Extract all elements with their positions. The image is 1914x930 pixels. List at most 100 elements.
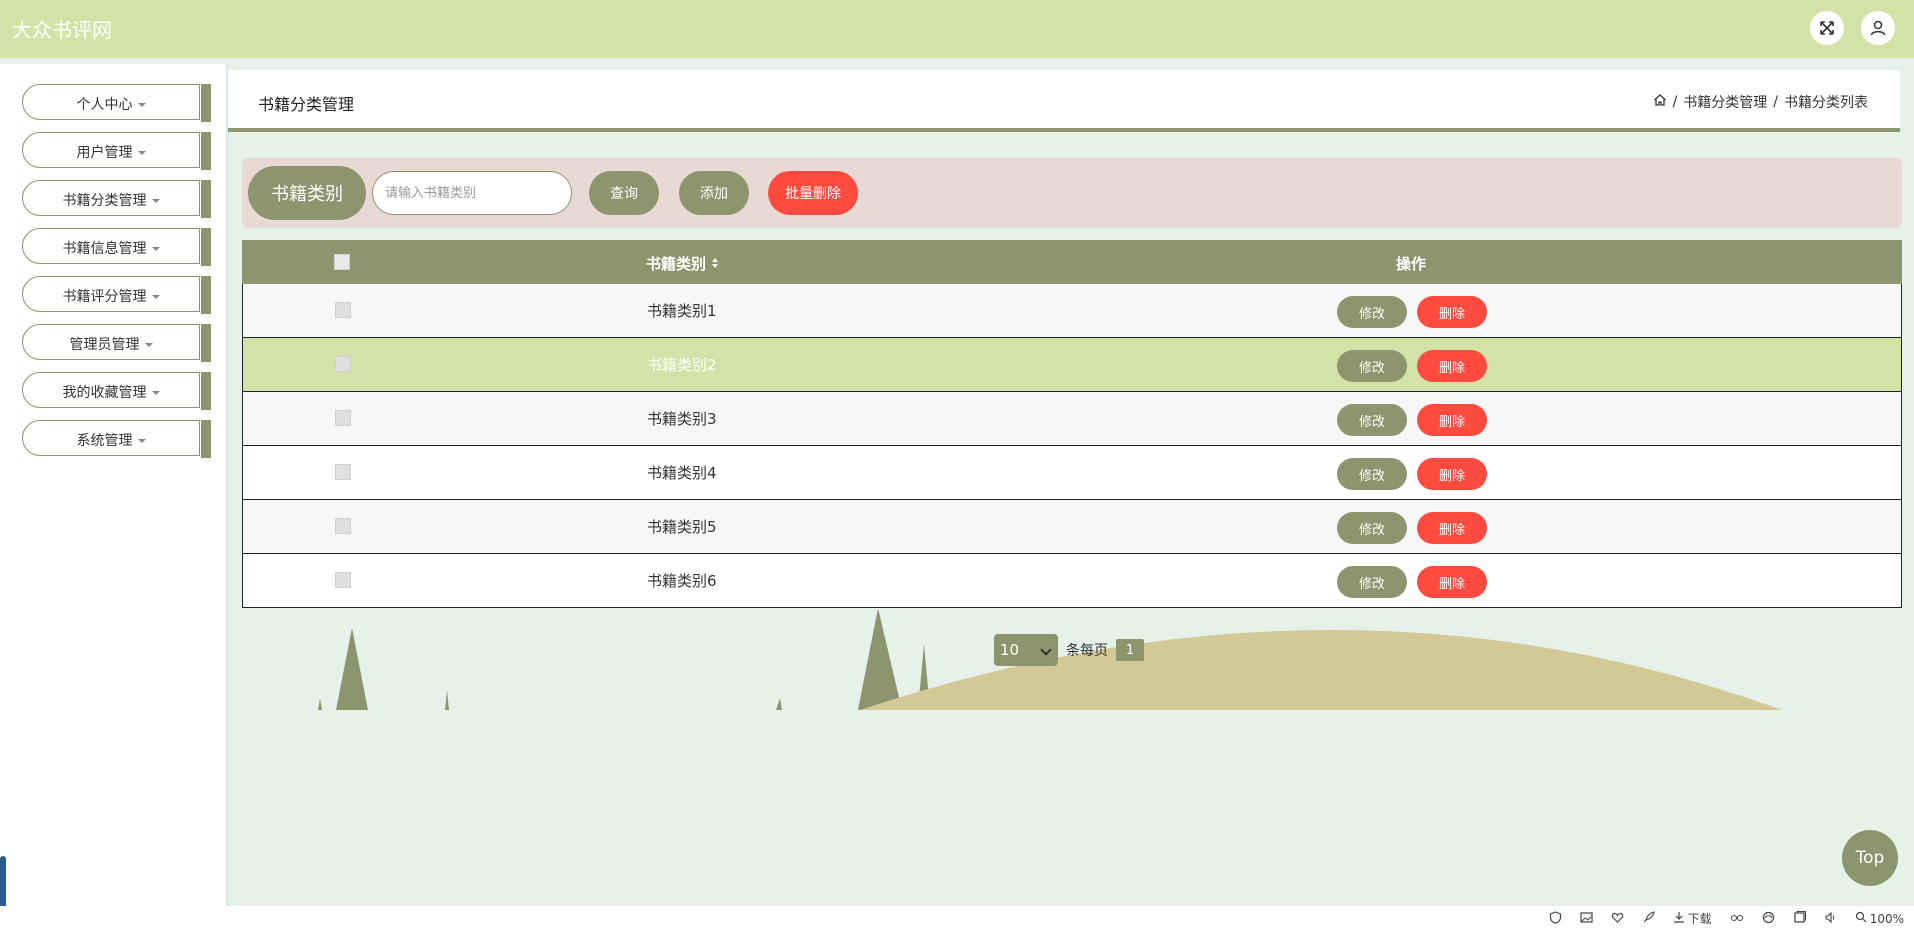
caret-down-icon — [151, 199, 160, 203]
sort-icon[interactable] — [706, 255, 719, 273]
download-button[interactable]: 下载 — [1673, 910, 1712, 927]
sidebar-item-system[interactable]: 系统管理 — [22, 420, 211, 458]
caret-down-icon — [137, 439, 146, 443]
page-size-select[interactable]: 10 — [994, 634, 1058, 666]
pagination: 10 条每页 1 — [994, 634, 1144, 666]
menu-accent-bar — [201, 372, 211, 410]
breadcrumb-separator: / — [1773, 94, 1778, 110]
category-name-cell: 书籍类别2 — [647, 356, 717, 374]
rocket-icon[interactable] — [1642, 910, 1655, 927]
category-name-cell: 书籍类别3 — [647, 410, 717, 428]
delete-button[interactable]: 删除 — [1417, 512, 1487, 544]
sidebar-item-label: 用户管理 — [76, 145, 133, 161]
sidebar-item-admin-management[interactable]: 管理员管理 — [22, 324, 211, 362]
sidebar-item-personal-center[interactable]: 个人中心 — [22, 84, 211, 122]
table-row: 书籍类别1 修改 删除 — [242, 284, 1902, 338]
row-checkbox[interactable] — [335, 410, 351, 426]
edit-button[interactable]: 修改 — [1337, 296, 1407, 328]
delete-button[interactable]: 删除 — [1417, 566, 1487, 598]
sidebar-item-book-info[interactable]: 书籍信息管理 — [22, 228, 211, 266]
sidebar-item-label: 个人中心 — [76, 97, 133, 113]
table-header: 书籍类别 操作 — [242, 240, 1902, 284]
sidebar-item-label: 系统管理 — [76, 433, 133, 449]
menu-accent-bar — [201, 84, 211, 122]
menu-accent-bar — [201, 324, 211, 362]
zoom-level: 100% — [1869, 911, 1904, 926]
image-icon[interactable] — [1580, 911, 1593, 927]
home-icon[interactable] — [1653, 93, 1667, 111]
row-checkbox[interactable] — [335, 518, 351, 534]
edit-button[interactable]: 修改 — [1337, 350, 1407, 382]
table-row: 书籍类别3 修改 删除 — [242, 392, 1902, 446]
heart-icon[interactable] — [1611, 911, 1624, 927]
category-name-cell: 书籍类别1 — [647, 302, 717, 320]
edit-button[interactable]: 修改 — [1337, 512, 1407, 544]
sidebar-item-book-rating[interactable]: 书籍评分管理 — [22, 276, 211, 314]
search-panel: 书籍类别 查询 添加 批量删除 — [242, 158, 1902, 228]
category-name-cell: 书籍类别4 — [647, 464, 717, 482]
edit-button[interactable]: 修改 — [1337, 566, 1407, 598]
row-checkbox[interactable] — [335, 572, 351, 588]
menu-accent-bar — [201, 276, 211, 314]
shield-icon[interactable] — [1549, 910, 1562, 927]
window-icon[interactable] — [1793, 910, 1806, 927]
batch-delete-button[interactable]: 批量删除 — [768, 171, 858, 215]
scrollbar-thumb[interactable] — [0, 856, 6, 908]
table-row: 书籍类别4 修改 删除 — [242, 446, 1902, 500]
sidebar-item-favorites[interactable]: 我的收藏管理 — [22, 372, 211, 410]
page-header: 书籍分类管理 / 书籍分类管理 / 书籍分类列表 — [228, 70, 1900, 132]
edit-button[interactable]: 修改 — [1337, 404, 1407, 436]
caret-down-icon — [151, 391, 160, 395]
category-name-cell: 书籍类别5 — [647, 518, 717, 536]
delete-button[interactable]: 删除 — [1417, 350, 1487, 382]
caret-down-icon — [151, 295, 160, 299]
page-number-current[interactable]: 1 — [1116, 639, 1144, 661]
caret-down-icon — [151, 247, 160, 251]
menu-accent-bar — [201, 180, 211, 218]
back-to-top-button[interactable]: Top — [1842, 830, 1898, 886]
speaker-icon[interactable] — [1824, 911, 1837, 927]
caret-down-icon — [144, 343, 153, 347]
zoom-icon — [1855, 911, 1867, 926]
breadcrumb-separator: / — [1672, 94, 1678, 110]
sidebar-item-label: 书籍评分管理 — [62, 289, 147, 305]
query-button[interactable]: 查询 — [589, 171, 659, 215]
breadcrumb-item-category-list: 书籍分类列表 — [1784, 95, 1868, 111]
table-row: 书籍类别5 修改 删除 — [242, 500, 1902, 554]
menu-accent-bar — [201, 228, 211, 266]
sidebar-item-book-category[interactable]: 书籍分类管理 — [22, 180, 211, 218]
category-table: 书籍类别 操作 书籍类别1 修改 删除 书籍类别2 修改 删除 书籍类别3 修改… — [242, 240, 1902, 608]
edge-icon[interactable] — [1762, 911, 1775, 927]
delete-button[interactable]: 删除 — [1417, 404, 1487, 436]
select-all-checkbox[interactable] — [334, 254, 350, 270]
breadcrumb-item-category-management[interactable]: 书籍分类管理 — [1683, 92, 1767, 112]
search-field-label: 书籍类别 — [248, 166, 366, 220]
sidebar-item-label: 书籍信息管理 — [62, 241, 147, 257]
user-icon[interactable] — [1861, 11, 1895, 45]
row-checkbox[interactable] — [335, 464, 351, 480]
page-title: 书籍分类管理 — [258, 95, 355, 114]
edit-button[interactable]: 修改 — [1337, 458, 1407, 490]
sidebar-item-label: 管理员管理 — [69, 337, 140, 353]
breadcrumb: / 书籍分类管理 / 书籍分类列表 — [1653, 92, 1868, 112]
sidebar: 个人中心 用户管理 书籍分类管理 书籍信息管理 书籍评分管理 管理员管理 我的收… — [0, 64, 229, 906]
download-label: 下载 — [1687, 912, 1712, 926]
sidebar-item-user-management[interactable]: 用户管理 — [22, 132, 211, 170]
fullscreen-icon[interactable] — [1810, 11, 1844, 45]
column-header-category[interactable]: 书籍类别 — [646, 253, 719, 274]
row-checkbox[interactable] — [335, 356, 351, 372]
delete-button[interactable]: 删除 — [1417, 296, 1487, 328]
chevron-down-icon — [1040, 644, 1052, 656]
search-input[interactable] — [372, 171, 572, 215]
app-title: 大众书评网 — [12, 18, 112, 42]
sidebar-item-label: 书籍分类管理 — [62, 193, 147, 209]
sidebar-item-label: 我的收藏管理 — [62, 385, 147, 401]
add-button[interactable]: 添加 — [679, 171, 749, 215]
delete-button[interactable]: 删除 — [1417, 458, 1487, 490]
caret-down-icon — [137, 151, 146, 155]
table-row: 书籍类别2 修改 删除 — [242, 338, 1902, 392]
glasses-icon[interactable] — [1730, 911, 1744, 926]
menu-accent-bar — [201, 132, 211, 170]
zoom-control[interactable]: 100% — [1855, 911, 1904, 926]
row-checkbox[interactable] — [335, 302, 351, 318]
